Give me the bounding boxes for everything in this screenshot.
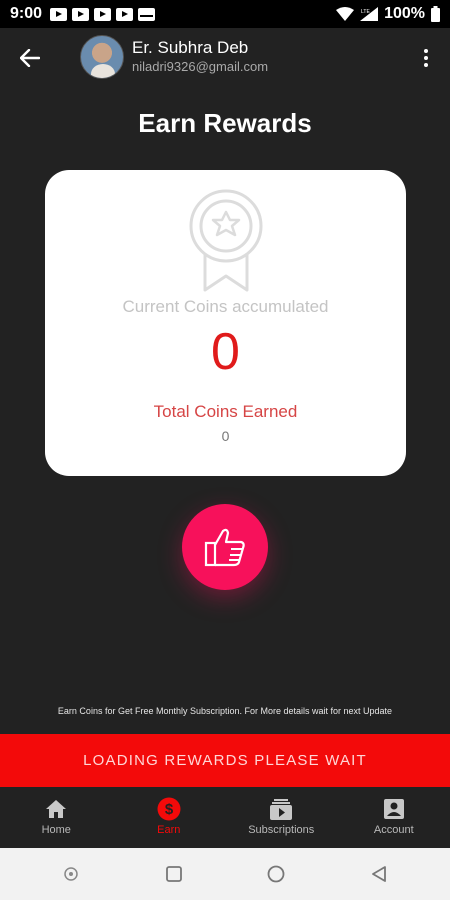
recents-button[interactable] xyxy=(159,859,189,889)
recents-square-icon xyxy=(165,866,182,882)
page-title: Earn Rewards xyxy=(138,108,312,138)
thumbs-up-icon xyxy=(204,528,245,567)
home-system-button[interactable] xyxy=(261,859,291,889)
arrow-back-icon xyxy=(20,49,40,67)
svg-text:LTE: LTE xyxy=(361,9,370,15)
battery-icon xyxy=(431,6,440,22)
signal-icon: LTE xyxy=(360,7,379,21)
account-icon xyxy=(382,797,406,821)
wifi-icon xyxy=(336,7,355,21)
nav-item-account[interactable]: Account xyxy=(338,787,450,848)
home-circle-icon xyxy=(267,865,285,883)
assistant-icon xyxy=(64,867,78,881)
battery-percent: 100% xyxy=(384,5,425,22)
status-time: 9:00 xyxy=(10,5,43,22)
youtube-notification-icon xyxy=(94,7,112,21)
mail-notification-icon xyxy=(138,7,156,21)
status-right: LTE 100% xyxy=(336,5,440,23)
nav-item-subscriptions[interactable]: Subscriptions xyxy=(225,787,338,848)
youtube-notification-icon xyxy=(50,7,68,21)
menu-dot xyxy=(424,49,428,53)
svg-text:$: $ xyxy=(165,801,174,818)
subscriptions-icon xyxy=(269,797,293,821)
back-button[interactable] xyxy=(0,28,60,88)
nav-label-earn: Earn xyxy=(157,824,181,836)
award-badge-icon xyxy=(189,189,263,292)
back-triangle-icon xyxy=(371,866,386,882)
user-info: Er. Subhra Deb niladri9326@gmail.com xyxy=(132,38,268,76)
bottom-navigation: Home $ Earn Subscriptions Account xyxy=(0,787,450,848)
dollar-icon: $ xyxy=(157,797,181,821)
nav-label-subscriptions: Subscriptions xyxy=(248,824,315,836)
app-screen: Er. Subhra Deb niladri9326@gmail.com Ear… xyxy=(0,28,450,848)
total-coins-value: 0 xyxy=(221,428,230,444)
rewards-card: Current Coins accumulated 0 Total Coins … xyxy=(45,170,406,476)
system-navigation-bar xyxy=(0,848,450,900)
assistant-button[interactable] xyxy=(56,859,86,889)
avatar[interactable] xyxy=(80,35,124,79)
notification-icons xyxy=(50,7,156,21)
user-email: niladri9326@gmail.com xyxy=(132,59,269,74)
current-coins-value: 0 xyxy=(211,323,240,381)
user-name: Er. Subhra Deb xyxy=(132,38,249,57)
info-text: Earn Coins for Get Free Monthly Subscrip… xyxy=(57,706,393,716)
youtube-notification-icon xyxy=(72,7,90,21)
like-button[interactable] xyxy=(182,504,268,590)
total-coins-label: Total Coins Earned xyxy=(153,402,298,421)
menu-dot xyxy=(424,56,428,60)
menu-dot xyxy=(424,63,428,67)
current-coins-label: Current Coins accumulated xyxy=(122,297,329,316)
overflow-menu-button[interactable] xyxy=(414,44,438,72)
status-bar: 9:00 LTE 100% xyxy=(0,0,450,28)
loading-rewards-button[interactable]: LOADING REWARDS PLEASE WAIT xyxy=(0,734,450,787)
back-system-button[interactable] xyxy=(364,859,394,889)
nav-label-home: Home xyxy=(41,824,71,836)
app-bar: Er. Subhra Deb niladri9326@gmail.com xyxy=(0,28,450,88)
nav-item-home[interactable]: Home xyxy=(0,787,113,848)
youtube-notification-icon xyxy=(116,7,134,21)
nav-item-earn[interactable]: $ Earn xyxy=(113,787,226,848)
nav-label-account: Account xyxy=(373,824,414,836)
home-icon xyxy=(44,797,68,821)
